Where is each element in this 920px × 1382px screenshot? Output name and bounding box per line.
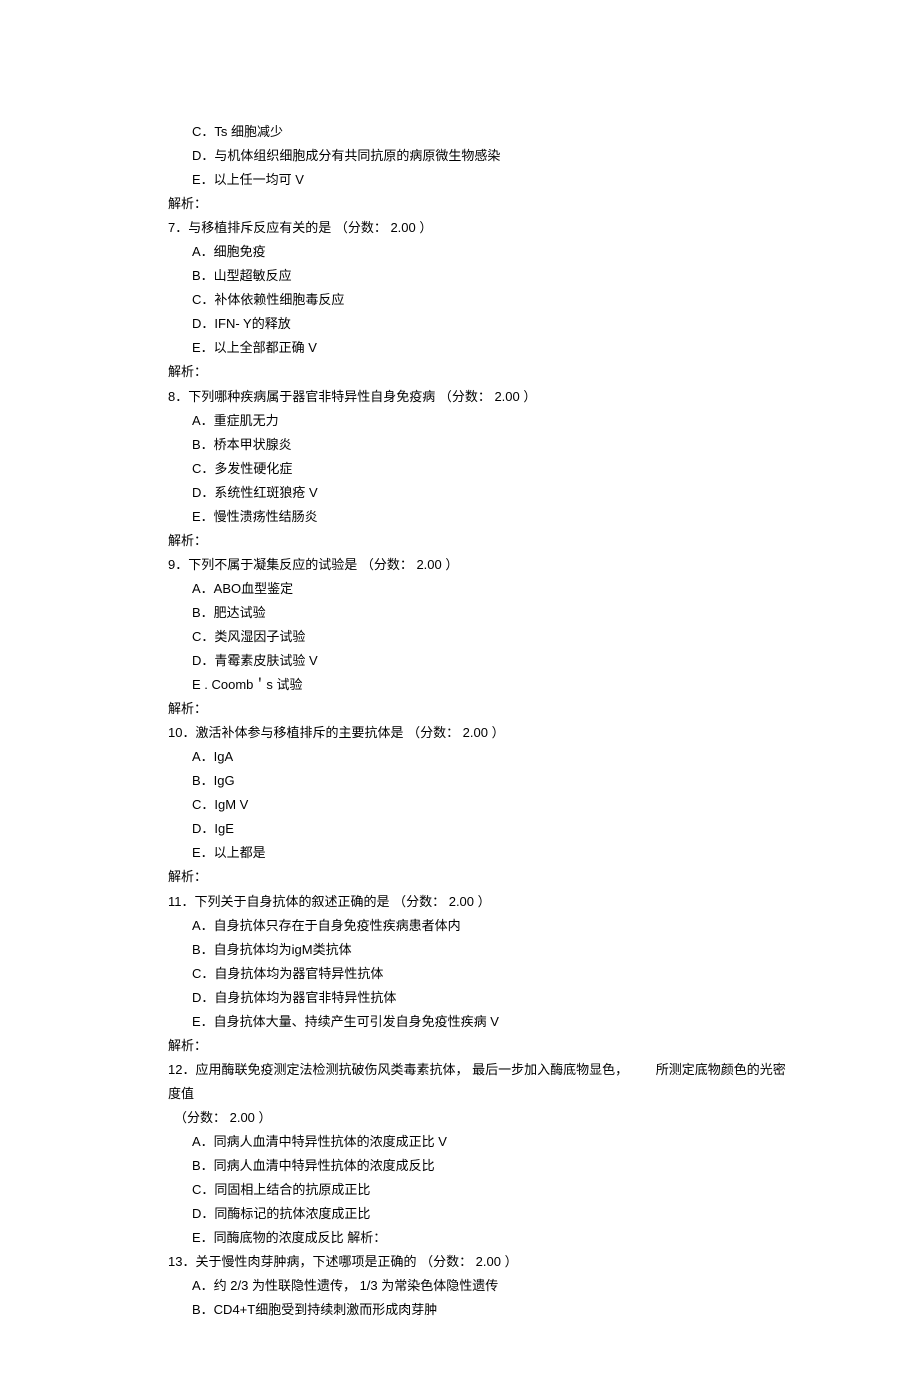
q7-stem: 7．与移植排斥反应有关的是 （分数： 2.00 ） (168, 216, 790, 240)
q7-option-c: C．补体依赖性细胞毒反应 (168, 288, 790, 312)
q10-option-b: B．IgG (168, 769, 790, 793)
q6-option-e: E．以上任一均可 V (168, 168, 790, 192)
q6-analysis: 解析： (168, 192, 790, 216)
q13-option-a: A．约 2/3 为性联隐性遗传， 1/3 为常染色体隐性遗传 (168, 1274, 790, 1298)
q7-option-e: E．以上全部都正确 V (168, 336, 790, 360)
q11-option-c: C．自身抗体均为器官特异性抗体 (168, 962, 790, 986)
q12-stem-line1: 12．应用酶联免疫测定法检测抗破伤风类毒素抗体， 最后一步加入酶底物显色， 所测… (168, 1058, 790, 1106)
q11-option-d: D．自身抗体均为器官非特异性抗体 (168, 986, 790, 1010)
q7-option-b: B．山型超敏反应 (168, 264, 790, 288)
q12-stem-line2: （分数： 2.00 ） (168, 1106, 790, 1130)
q11-stem: 11．下列关于自身抗体的叙述正确的是 （分数： 2.00 ） (168, 890, 790, 914)
q8-option-a: A．重症肌无力 (168, 409, 790, 433)
q8-option-d: D．系统性红斑狼疮 V (168, 481, 790, 505)
q8-option-b: B．桥本甲状腺炎 (168, 433, 790, 457)
q9-option-b: B．肥达试验 (168, 601, 790, 625)
q12-option-c: C．同固相上结合的抗原成正比 (168, 1178, 790, 1202)
q10-stem: 10．激活补体参与移植排斥的主要抗体是 （分数： 2.00 ） (168, 721, 790, 745)
q7-option-a: A．细胞免疫 (168, 240, 790, 264)
q9-option-c: C．类风湿因子试验 (168, 625, 790, 649)
q9-analysis: 解析： (168, 697, 790, 721)
q8-analysis: 解析： (168, 529, 790, 553)
q7-analysis: 解析： (168, 360, 790, 384)
q11-option-a: A．自身抗体只存在于自身免疫性疾病患者体内 (168, 914, 790, 938)
q8-stem: 8．下列哪种疾病属于器官非特异性自身免疫病 （分数： 2.00 ） (168, 385, 790, 409)
q10-option-c: C．IgM V (168, 793, 790, 817)
q13-stem: 13．关于慢性肉芽肿病，下述哪项是正确的 （分数： 2.00 ） (168, 1250, 790, 1274)
q11-analysis: 解析： (168, 1034, 790, 1058)
q9-option-e: E . Coomb＇s 试验 (168, 673, 790, 697)
q12-option-d: D．同酶标记的抗体浓度成正比 (168, 1202, 790, 1226)
q10-option-e: E．以上都是 (168, 841, 790, 865)
q6-option-d: D．与机体组织细胞成分有共同抗原的病原微生物感染 (168, 144, 790, 168)
q6-option-c: C．Ts 细胞减少 (168, 120, 790, 144)
q9-stem: 9．下列不属于凝集反应的试验是 （分数： 2.00 ） (168, 553, 790, 577)
q12-option-b: B．同病人血清中特异性抗体的浓度成反比 (168, 1154, 790, 1178)
q12-stem-part-a: 12．应用酶联免疫测定法检测抗破伤风类毒素抗体， 最后一步加入酶底物显色， (168, 1062, 628, 1077)
q9-option-a: A．ABO血型鉴定 (168, 577, 790, 601)
q11-option-b: B．自身抗体均为igM类抗体 (168, 938, 790, 962)
q13-option-b: B．CD4+T细胞受到持续刺激而形成肉芽肿 (168, 1298, 790, 1322)
q8-option-c: C．多发性硬化症 (168, 457, 790, 481)
q12-option-a: A．同病人血清中特异性抗体的浓度成正比 V (168, 1130, 790, 1154)
q10-option-a: A．IgA (168, 745, 790, 769)
q10-option-d: D．IgE (168, 817, 790, 841)
q11-option-e: E．自身抗体大量、持续产生可引发自身免疫性疾病 V (168, 1010, 790, 1034)
q7-option-d: D．IFN- Y的释放 (168, 312, 790, 336)
q12-option-e: E．同酶底物的浓度成反比 解析： (168, 1226, 790, 1250)
q9-option-d: D．青霉素皮肤试验 V (168, 649, 790, 673)
q10-analysis: 解析： (168, 865, 790, 889)
q8-option-e: E．慢性溃疡性结肠炎 (168, 505, 790, 529)
